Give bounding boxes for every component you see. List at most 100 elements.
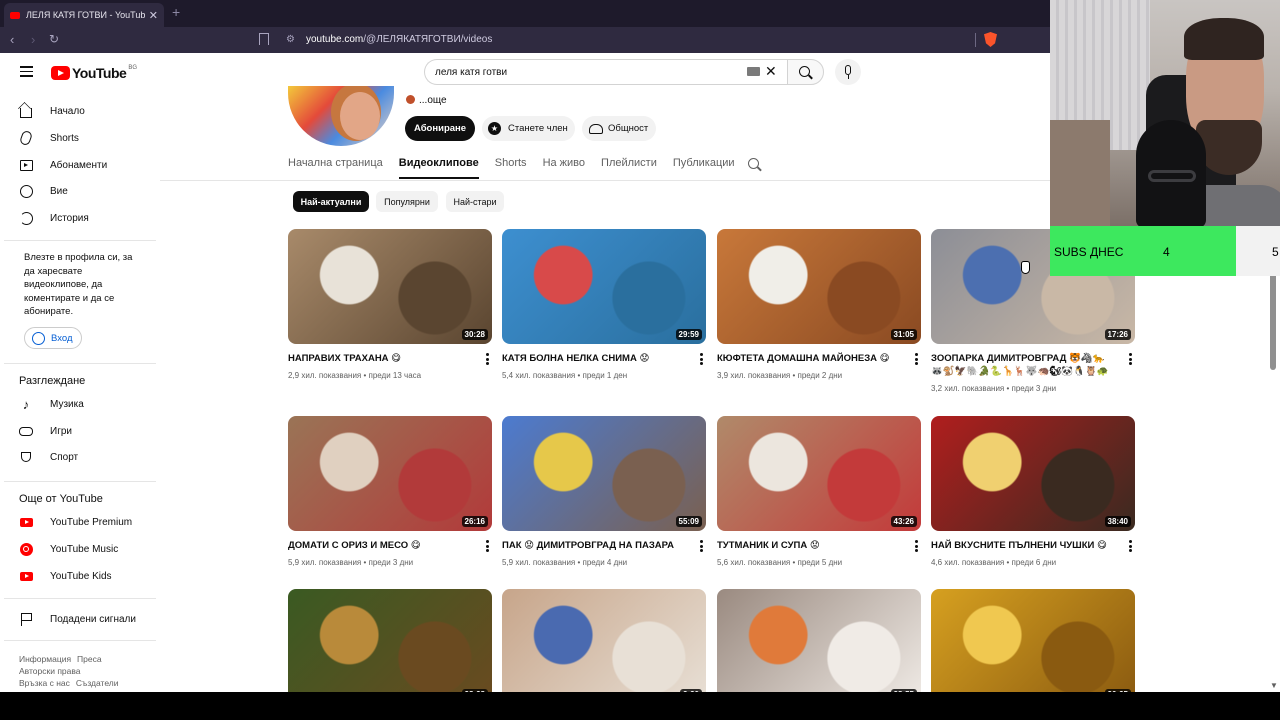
video-card[interactable]: 31:05 КЮФТЕТА ДОМАШНА МАЙОНЕЗА 😋 3,9 хил. …	[717, 229, 921, 380]
flag-icon	[20, 612, 32, 626]
close-tab-icon[interactable]: ✕	[149, 9, 158, 22]
footer-link[interactable]: Създатели	[76, 678, 119, 688]
sidebar-item-youtube-kids[interactable]: YouTube Kids	[18, 566, 158, 586]
browser-tab[interactable]: ЛЕЛЯ КАТЯ ГОТВИ - YouTube ✕	[4, 3, 164, 27]
video-card[interactable]: 26:16 ДОМАТИ С ОРИЗ И МЕСО 😋 5,9 хил. пока…	[288, 416, 492, 567]
video-meta: 5,4 хил. показвания • преди 1 ден	[502, 371, 628, 380]
back-icon[interactable]: ‹	[10, 32, 14, 47]
reload-icon[interactable]: ↻	[49, 32, 59, 46]
video-title[interactable]: ДОМАТИ С ОРИЗ И МЕСО 😋	[288, 539, 473, 552]
channel-search-icon[interactable]	[748, 158, 759, 169]
video-thumbnail[interactable]: 29:59	[502, 229, 706, 344]
video-title[interactable]: КЮФТЕТА ДОМАШНА МАЙОНЕЗА 😋	[717, 352, 902, 365]
subs-counter-widget: SUBS ДНЕС 4 5	[1050, 226, 1280, 276]
signin-button[interactable]: Вход	[24, 327, 82, 349]
sidebar-item-history[interactable]: История	[18, 208, 158, 228]
url-host: youtube.com	[306, 34, 364, 45]
video-thumbnail[interactable]: 31:05	[717, 229, 921, 344]
search-button[interactable]	[787, 59, 824, 85]
subscribe-button[interactable]: Абониране	[405, 116, 475, 141]
video-menu-icon[interactable]	[486, 353, 490, 365]
sidebar-item-music[interactable]: ♪ Музика	[18, 394, 158, 414]
video-card[interactable]: 20:25	[931, 589, 1135, 704]
video-thumbnail[interactable]: 55:09	[502, 416, 706, 531]
video-title[interactable]: НАПРАВИХ ТРАХАНА 😋	[288, 352, 473, 365]
tab-videos[interactable]: Видеоклипове	[398, 157, 479, 179]
chip-oldest[interactable]: Най-стари	[446, 191, 504, 212]
video-title[interactable]: ПАК 😟 ДИМИТРОВГРАД НА ПАЗАРА	[502, 539, 687, 552]
video-thumbnail[interactable]: 28:28	[288, 589, 492, 704]
video-menu-icon[interactable]	[700, 540, 704, 552]
video-card[interactable]: 28:28	[288, 589, 492, 704]
mic-icon	[845, 65, 851, 75]
video-card[interactable]: 2:20	[502, 589, 706, 704]
video-title[interactable]: ЗООПАРКА ДИМИТРОВГРАД 🐯🦓🐆🦝🐒🦅🐘🐊🐍🦒🦌🐺🦔🐿🐼🐧🦉🐢	[931, 352, 1116, 378]
video-menu-icon[interactable]	[700, 353, 704, 365]
video-thumbnail[interactable]: 28:55	[717, 589, 921, 704]
keyboard-icon[interactable]	[747, 67, 760, 76]
video-views: 5,9 хил. показвания	[288, 558, 362, 567]
channel-description-more[interactable]: ...още	[406, 95, 447, 106]
join-button[interactable]: ★ Станете член	[482, 116, 575, 141]
video-card[interactable]: 38:40 НАЙ ВКУСНИТЕ ПЪЛНЕНИ ЧУШКИ 😋 4,6 хил…	[931, 416, 1135, 567]
sidebar-item-youtube-premium[interactable]: YouTube Premium	[18, 512, 158, 532]
video-title[interactable]: ТУТМАНИК И СУПА 😟	[717, 539, 902, 552]
video-thumbnail[interactable]: 20:25	[931, 589, 1135, 704]
video-title[interactable]: НАЙ ВКУСНИТЕ ПЪЛНЕНИ ЧУШКИ 😋	[931, 539, 1116, 552]
site-settings-icon[interactable]: ⚙	[286, 34, 295, 45]
tab-playlists[interactable]: Плейлисти	[601, 157, 657, 179]
footer-link[interactable]: Връзка с нас	[19, 678, 70, 688]
video-thumbnail[interactable]: 2:20	[502, 589, 706, 704]
url-field[interactable]: youtube.com/@ЛЕЛЯКАТЯГОТВИ/videos	[306, 34, 492, 45]
new-tab-icon[interactable]: +	[172, 4, 180, 20]
chip-popular[interactable]: Популярни	[376, 191, 438, 212]
video-thumbnail[interactable]: 30:28	[288, 229, 492, 344]
sidebar-item-report-history[interactable]: Подадени сигнали	[18, 609, 158, 629]
tab-shorts[interactable]: Shorts	[495, 157, 527, 179]
chip-latest[interactable]: Най-актуални	[293, 191, 369, 212]
tab-posts[interactable]: Публикации	[673, 157, 735, 179]
sidebar-item-youtube-music[interactable]: YouTube Music	[18, 539, 158, 559]
bookmark-icon[interactable]	[259, 33, 269, 45]
signin-label: Вход	[51, 332, 73, 344]
sidebar-item-sports[interactable]: Спорт	[18, 447, 158, 467]
sidebar-item-label: YouTube Kids	[50, 570, 112, 582]
tab-title: ЛЕЛЯ КАТЯ ГОТВИ - YouTube	[26, 10, 145, 20]
video-menu-icon[interactable]	[915, 353, 919, 365]
video-menu-icon[interactable]	[1129, 540, 1133, 552]
video-card[interactable]: 30:28 НАПРАВИХ ТРАХАНА 😋 2,9 хил. показван…	[288, 229, 492, 380]
sidebar-item-you[interactable]: Вие	[18, 181, 158, 201]
video-card[interactable]: 28:55	[717, 589, 921, 704]
sidebar-item-shorts[interactable]: Shorts	[18, 128, 158, 148]
video-card[interactable]: 43:26 ТУТМАНИК И СУПА 😟 5,6 хил. показвани…	[717, 416, 921, 567]
tab-home[interactable]: Начална страница	[288, 157, 383, 179]
channel-avatar[interactable]	[288, 86, 394, 146]
forward-icon[interactable]: ›	[31, 32, 35, 47]
brave-shields-icon[interactable]	[984, 32, 997, 47]
menu-icon[interactable]	[20, 66, 33, 77]
sidebar-item-subscriptions[interactable]: Абонаменти	[18, 155, 158, 175]
tab-live[interactable]: На живо	[543, 157, 585, 179]
search-input[interactable]: леля катя готви	[424, 59, 788, 85]
footer-link[interactable]: Преса	[77, 654, 102, 664]
video-duration: 43:26	[890, 516, 917, 527]
community-button[interactable]: Общност	[582, 116, 656, 141]
video-menu-icon[interactable]	[1129, 353, 1133, 365]
video-menu-icon[interactable]	[486, 540, 490, 552]
sidebar-item-gaming[interactable]: Игри	[18, 421, 158, 441]
video-menu-icon[interactable]	[915, 540, 919, 552]
footer-link[interactable]: Информация	[19, 654, 71, 664]
video-thumbnail[interactable]: 38:40	[931, 416, 1135, 531]
video-card[interactable]: 29:59 КАТЯ БОЛНА НЕЛКА СНИМА 😟 5,4 хил. по…	[502, 229, 706, 380]
clear-search-icon[interactable]: ✕	[765, 63, 777, 80]
video-title[interactable]: КАТЯ БОЛНА НЕЛКА СНИМА 😟	[502, 352, 687, 365]
video-card[interactable]: 55:09 ПАК 😟 ДИМИТРОВГРАД НА ПАЗАРА 5,9 хил…	[502, 416, 706, 567]
scroll-down-icon[interactable]: ▼	[1270, 681, 1278, 690]
sidebar-item-home[interactable]: Начало	[18, 101, 158, 121]
video-thumbnail[interactable]: 43:26	[717, 416, 921, 531]
video-thumbnail[interactable]: 26:16	[288, 416, 492, 531]
video-age: преди 4 дни	[582, 558, 628, 567]
footer-link[interactable]: Авторски права	[19, 666, 81, 676]
youtube-logo[interactable]: YouTube BG	[51, 65, 137, 81]
voice-search-button[interactable]	[835, 59, 861, 85]
